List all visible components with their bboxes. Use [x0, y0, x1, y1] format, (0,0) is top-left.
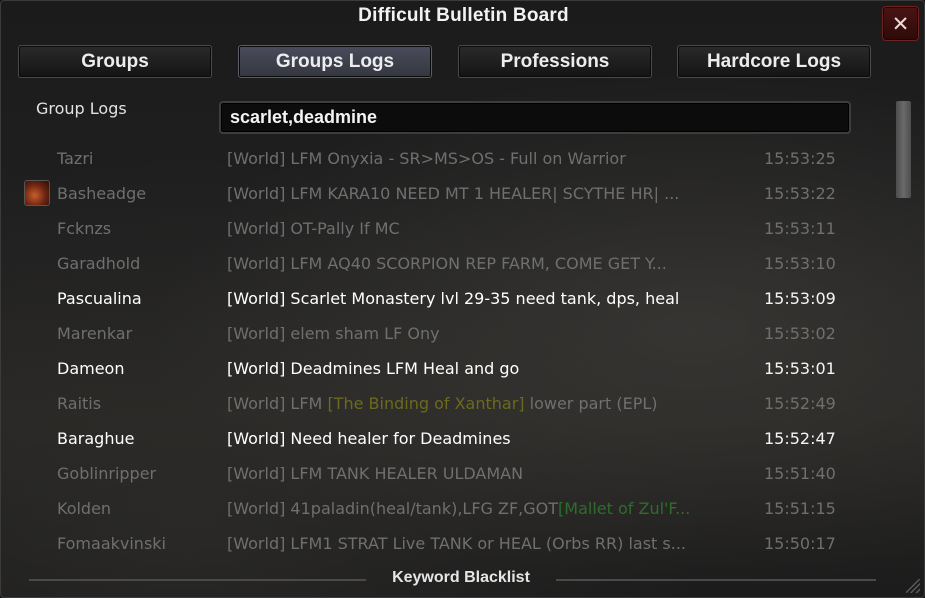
keyword-search-input[interactable]	[219, 101, 851, 134]
close-button[interactable]: ✕	[882, 6, 919, 41]
log-time: 15:53:11	[764, 219, 836, 238]
log-sender[interactable]: Basheadge	[57, 176, 146, 211]
log-time: 15:53:22	[764, 184, 836, 203]
log-time: 15:53:25	[764, 149, 836, 168]
log-message: [World] LFM1 STRAT Live TANK or HEAL (Or…	[227, 534, 686, 553]
log-row[interactable]: Fomaakvinski [World] LFM1 STRAT Live TAN…	[1, 526, 881, 561]
tab-label: Groups	[81, 50, 149, 72]
log-row-match[interactable]: Baraghue [World] Need healer for Deadmin…	[1, 421, 881, 456]
window-title: Difficult Bulletin Board	[358, 5, 569, 26]
class-icon	[24, 180, 50, 206]
log-message: [World] Deadmines LFM Heal and go	[227, 359, 520, 378]
log-message-text: lower part (EPL)	[524, 394, 658, 413]
item-link[interactable]: [Mallet of Zul'F...	[558, 499, 690, 518]
close-icon: ✕	[891, 11, 910, 36]
log-row[interactable]: Basheadge [World] LFM KARA10 NEED MT 1 H…	[1, 176, 881, 211]
log-time: 15:50:17	[764, 534, 836, 553]
log-message: [World] OT-Pally If MC	[227, 219, 400, 238]
bulletin-board-window: Difficult Bulletin Board ✕ Groups Groups…	[0, 0, 925, 598]
resize-grip-icon[interactable]	[906, 579, 920, 593]
log-message: [World] 41paladin(heal/tank),LFG ZF,GOT[…	[227, 491, 690, 526]
tab-groups-logs[interactable]: Groups Logs	[238, 45, 432, 78]
log-time: 15:53:01	[764, 359, 836, 378]
log-message-text: [World] 41paladin(heal/tank),LFG ZF,GOT	[227, 499, 559, 518]
log-message: [World] Scarlet Monastery lvl 29-35 need…	[227, 289, 680, 308]
divider-left	[29, 579, 366, 581]
log-row[interactable]: Goblinripper [World] LFM TANK HEALER ULD…	[1, 456, 881, 491]
tab-label: Hardcore Logs	[706, 50, 842, 72]
log-row[interactable]: Kolden [World] 41paladin(heal/tank),LFG …	[1, 491, 881, 526]
log-sender[interactable]: Kolden	[57, 491, 111, 526]
tab-professions[interactable]: Professions	[458, 45, 652, 78]
log-time: 15:52:47	[764, 429, 836, 448]
log-row[interactable]: Raitis [World] LFM [The Binding of Xanth…	[1, 386, 881, 421]
log-sender[interactable]: Garadhold	[57, 246, 140, 281]
log-sender[interactable]: Dameon	[57, 351, 124, 386]
log-time: 15:53:09	[764, 289, 836, 308]
log-message: [World] LFM TANK HEALER ULDAMAN	[227, 464, 524, 483]
log-sender[interactable]: Goblinripper	[57, 456, 156, 491]
log-time: 15:51:15	[764, 499, 836, 518]
log-message: [World] LFM KARA10 NEED MT 1 HEALER| SCY…	[227, 184, 680, 203]
tab-label: Groups Logs	[275, 50, 395, 72]
log-time: 15:51:40	[764, 464, 836, 483]
log-time: 15:53:02	[764, 324, 836, 343]
log-time: 15:53:10	[764, 254, 836, 273]
log-message: [World] LFM [The Binding of Xanthar] low…	[227, 386, 658, 421]
log-sender[interactable]: Raitis	[57, 386, 101, 421]
log-sender[interactable]: Tazri	[57, 141, 93, 176]
tab-groups[interactable]: Groups	[18, 45, 212, 78]
log-message: [World] LFM Onyxia - SR>MS>OS - Full on …	[227, 149, 626, 168]
log-row[interactable]: Garadhold [World] LFM AQ40 SCORPION REP …	[1, 246, 881, 281]
log-message: [World] elem sham LF Ony	[227, 324, 440, 343]
log-row[interactable]: Fcknzs [World] OT-Pally If MC 15:53:11	[1, 211, 881, 246]
log-row-match[interactable]: Pascualina [World] Scarlet Monastery lvl…	[1, 281, 881, 316]
log-sender[interactable]: Baraghue	[57, 421, 134, 456]
log-sender[interactable]: Fcknzs	[57, 211, 111, 246]
divider-right	[556, 579, 876, 581]
log-sender[interactable]: Pascualina	[57, 281, 142, 316]
log-time: 15:52:49	[764, 394, 836, 413]
keyword-blacklist-toggle[interactable]: Keyword Blacklist	[361, 569, 561, 587]
scrollbar-thumb[interactable]	[896, 101, 911, 198]
tab-label: Professions	[500, 50, 610, 72]
log-row[interactable]: Tazri [World] LFM Onyxia - SR>MS>OS - Fu…	[1, 141, 881, 176]
log-sender[interactable]: Fomaakvinski	[57, 526, 166, 561]
log-row-match[interactable]: Dameon [World] Deadmines LFM Heal and go…	[1, 351, 881, 386]
log-message: [World] Need healer for Deadmines	[227, 429, 511, 448]
item-link[interactable]: [The Binding of Xanthar]	[327, 394, 524, 413]
group-logs-label: Group Logs	[36, 99, 127, 118]
log-sender[interactable]: Marenkar	[57, 316, 132, 351]
log-message: [World] LFM AQ40 SCORPION REP FARM, COME…	[227, 254, 667, 273]
log-message-text: [World] LFM	[227, 394, 328, 413]
tab-hardcore-logs[interactable]: Hardcore Logs	[677, 45, 871, 78]
log-row[interactable]: Marenkar [World] elem sham LF Ony 15:53:…	[1, 316, 881, 351]
